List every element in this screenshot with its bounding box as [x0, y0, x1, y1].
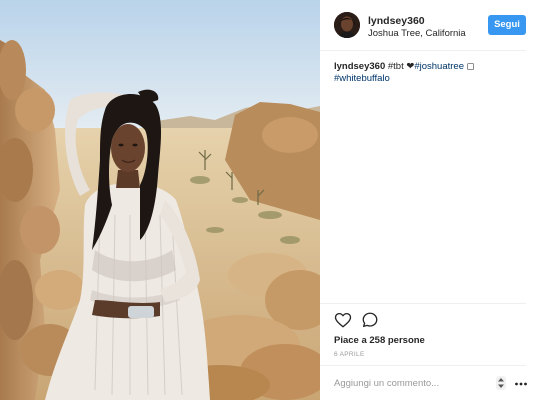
- location[interactable]: Joshua Tree, California: [368, 28, 466, 39]
- hashtag-joshuatree[interactable]: #joshuatree: [414, 61, 464, 72]
- speech-bubble-icon[interactable]: [361, 311, 379, 329]
- caption-username[interactable]: lyndsey360: [334, 61, 385, 72]
- desert-photo-illustration: [0, 0, 320, 400]
- square-emoji: ◻: [464, 61, 475, 72]
- ellipsis-icon[interactable]: [514, 377, 528, 389]
- actions-divider: [320, 303, 526, 304]
- likes-count[interactable]: Piace a 258 persone: [334, 335, 425, 346]
- caption-text: #tbt: [387, 61, 407, 72]
- follow-button[interactable]: Segui: [488, 15, 526, 35]
- header-divider: [320, 50, 526, 51]
- avatar-image: [334, 12, 360, 38]
- username[interactable]: lyndsey360: [368, 15, 425, 27]
- post-photo[interactable]: [0, 0, 320, 400]
- avatar[interactable]: [334, 12, 360, 38]
- hashtag-whitebuffalo[interactable]: #whitebuffalo: [334, 73, 390, 84]
- comment-box: [320, 368, 540, 400]
- comment-input[interactable]: [334, 375, 484, 391]
- updown-arrows-icon[interactable]: [496, 376, 506, 390]
- post-date[interactable]: 6 APRILE: [334, 351, 365, 358]
- heart-outline-icon[interactable]: [334, 311, 352, 329]
- post-side-panel: lyndsey360 Joshua Tree, California Segui…: [320, 0, 540, 400]
- post-header: lyndsey360 Joshua Tree, California Segui: [320, 0, 540, 50]
- comment-divider: [320, 365, 526, 366]
- caption: lyndsey360 #tbt ❤#joshuatree ◻ #whitebuf…: [334, 61, 524, 85]
